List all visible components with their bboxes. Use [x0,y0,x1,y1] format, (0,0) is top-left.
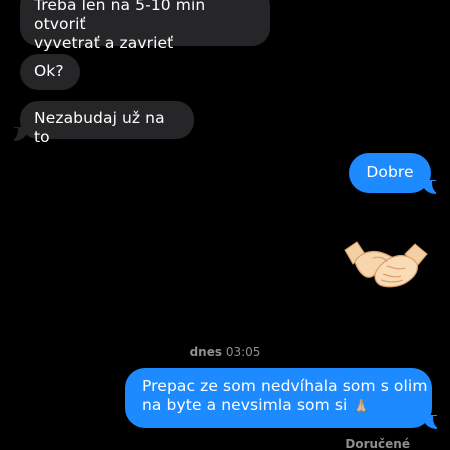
incoming-message[interactable]: Treba len na 5-10 min otvoriť vyvetrať a… [20,0,270,52]
message-timestamp: dnes 03:05 [0,345,450,359]
outgoing-message[interactable]: Dobre [349,153,431,193]
incoming-message[interactable]: Nezabudaj už na to [20,101,194,146]
incoming-message[interactable]: Ok? [20,54,80,90]
bubble-tail [423,415,443,430]
message-text-line: vyvetrať a zavrieť [34,34,174,52]
message-text-line: na byte a nevsimla som si 🙏🏼 [142,396,432,415]
timestamp-time: 03:05 [225,345,261,359]
message-text: Ok? [34,62,64,80]
bubble-tail [422,180,442,195]
message-text: Nezabudaj už na to [34,109,165,146]
handshake-emoji[interactable] [343,236,429,292]
message-text-line: Prepac ze som nedvíhala som s olim [142,377,428,395]
delivery-status: Doručené [345,437,410,450]
outgoing-message[interactable]: Prepac ze som nedvíhala som s olim na by… [125,368,432,428]
message-text: Dobre [366,163,414,181]
timestamp-day: dnes [189,345,222,359]
bubble-tail [8,127,28,142]
message-text-line: Treba len na 5-10 min otvoriť [34,0,206,33]
message-text: na byte a nevsimla som si [142,396,348,414]
folded-hands-emoji: 🙏🏼 [352,399,371,415]
